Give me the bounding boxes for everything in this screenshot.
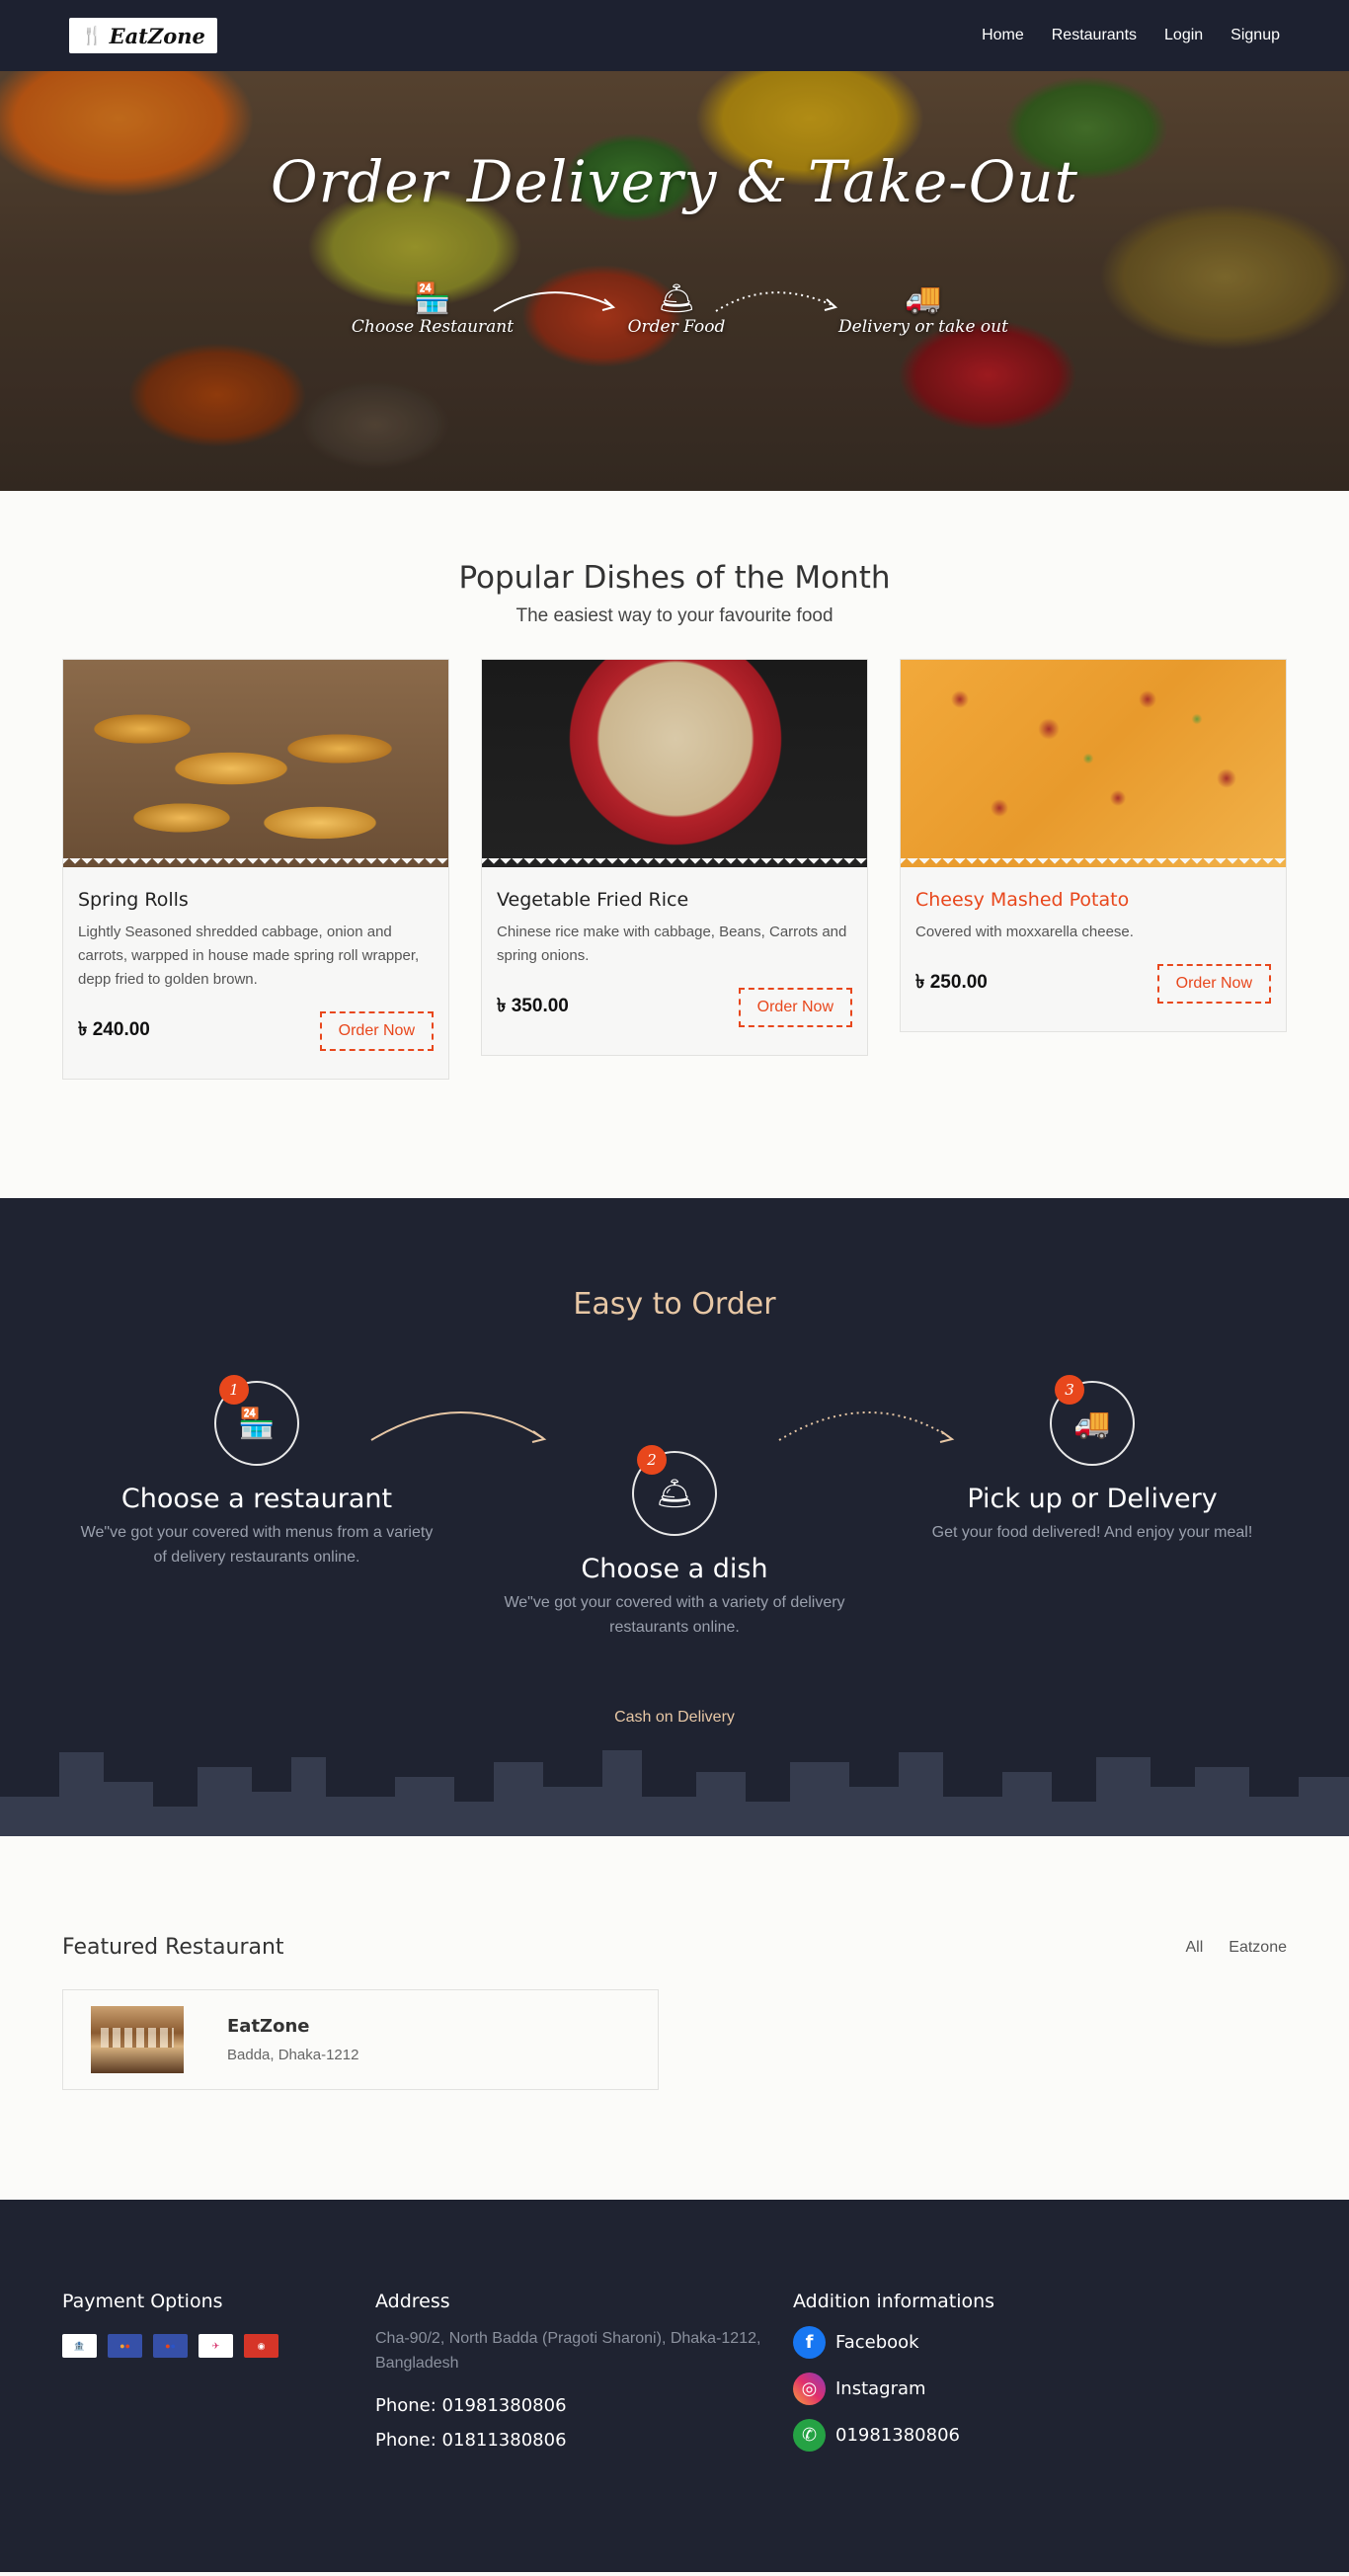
whatsapp-link[interactable]: ✆ 01981380806 bbox=[793, 2419, 994, 2452]
step-title: Choose a restaurant bbox=[120, 1484, 393, 1514]
nav-link-login[interactable]: Login bbox=[1164, 27, 1203, 44]
step-circle: 3 🚚 bbox=[1050, 1375, 1135, 1466]
nav-link-home[interactable]: Home bbox=[982, 27, 1024, 44]
delivery-truck-icon: 🚚 bbox=[1073, 1407, 1111, 1440]
dish-card: Spring Rolls Lightly Seasoned shredded c… bbox=[62, 659, 449, 1080]
address-title: Address bbox=[375, 2291, 450, 2312]
dish-card: Vegetable Fried Rice Chinese rice make w… bbox=[481, 659, 868, 1056]
delivery-truck-icon: 🚚 bbox=[905, 282, 942, 315]
step-description: Get your food delivered! And enjoy your … bbox=[931, 1524, 1253, 1541]
whatsapp-icon: ✆ bbox=[793, 2419, 826, 2452]
hero-banner: Order Delivery & Take-Out 🏪 Choose Resta… bbox=[0, 0, 1349, 491]
filter-eatzone[interactable]: Eatzone bbox=[1229, 1939, 1287, 1957]
dish-price: ৳ 250.00 bbox=[915, 972, 988, 993]
filter-all[interactable]: All bbox=[1186, 1939, 1204, 1957]
bank-card-icon: 🏦 bbox=[62, 2334, 97, 2358]
facebook-icon: f bbox=[793, 2326, 826, 2359]
restaurant-filters: All Eatzone bbox=[1186, 1939, 1288, 1957]
cash-on-delivery-label: Cash on Delivery bbox=[614, 1709, 735, 1726]
dish-description: Chinese rice make with cabbage, Beans, C… bbox=[497, 924, 847, 964]
step-circle: 1 🏪 bbox=[214, 1375, 299, 1466]
step-title: Pick up or Delivery bbox=[967, 1484, 1218, 1514]
hero-step-delivery: 🚚 Delivery or take out bbox=[825, 282, 1022, 337]
dish-card: Cheesy Mashed Potato Covered with moxxar… bbox=[900, 659, 1287, 1032]
payment-icons: 🏦 ● ● ● ● ✈ ◉ bbox=[62, 2334, 278, 2358]
curved-arrow-icon bbox=[370, 1411, 547, 1443]
nav-link-restaurants[interactable]: Restaurants bbox=[1052, 27, 1137, 44]
facebook-link[interactable]: f Facebook bbox=[793, 2326, 994, 2359]
hero-steps: 🏪 Choose Restaurant 🛎 Order Food 🚚 Deliv… bbox=[0, 282, 1349, 361]
address-text: Cha-90/2, North Badda (Pragoti Sharoni),… bbox=[375, 2330, 761, 2372]
dish-price: ৳ 350.00 bbox=[497, 996, 569, 1016]
restaurant-card[interactable]: EatZone Badda, Dhaka-1212 bbox=[62, 1989, 659, 2090]
dish-cards: Spring Rolls Lightly Seasoned shredded c… bbox=[62, 659, 1287, 1080]
step-number-badge: 3 bbox=[1055, 1375, 1084, 1405]
order-step-3: 3 🚚 Pick up or Delivery Get your food de… bbox=[914, 1375, 1270, 1545]
step-title: Choose a dish bbox=[581, 1554, 768, 1584]
order-now-button[interactable]: Order Now bbox=[738, 988, 852, 1027]
payment-options-column: Payment Options 🏦 ● ● ● ● ✈ ◉ bbox=[62, 2291, 278, 2358]
dish-price: ৳ 240.00 bbox=[78, 1019, 150, 1040]
step-description: We"ve got your covered with menus from a… bbox=[80, 1524, 434, 1566]
nav-link-signup[interactable]: Signup bbox=[1230, 27, 1280, 44]
mastercard-icon: ● ● bbox=[108, 2334, 142, 2358]
logo-text: EatZone bbox=[109, 23, 205, 48]
easy-title: Easy to Order bbox=[573, 1287, 776, 1322]
step-number-badge: 1 bbox=[219, 1375, 249, 1405]
restaurant-name[interactable]: EatZone bbox=[227, 2016, 358, 2037]
featured-title: Featured Restaurant bbox=[62, 1935, 284, 1960]
eatzone-logo[interactable]: 🍴 EatZone bbox=[69, 18, 217, 53]
address-column: Address Cha-90/2, North Badda (Pragoti S… bbox=[375, 2291, 770, 2451]
easy-to-order-section: Easy to Order 1 🏪 Choose a restaurant We… bbox=[0, 1198, 1349, 1836]
whatsapp-label: 01981380806 bbox=[835, 2425, 960, 2446]
popular-subtitle: The easiest way to your favourite food bbox=[516, 605, 833, 626]
popular-dishes-section: Popular Dishes of the Month The easiest … bbox=[0, 491, 1349, 1198]
featured-restaurant-section: Featured Restaurant All Eatzone EatZone … bbox=[0, 1836, 1349, 2200]
city-skyline-decoration bbox=[0, 1750, 1349, 1836]
order-now-button[interactable]: Order Now bbox=[319, 1011, 434, 1051]
order-step-2: 2 🛎 Choose a dish We"ve got your covered… bbox=[497, 1445, 852, 1640]
dish-name[interactable]: Cheesy Mashed Potato bbox=[915, 889, 1271, 911]
dish-description: Covered with moxxarella cheese. bbox=[915, 924, 1134, 940]
payment-title: Payment Options bbox=[62, 2291, 223, 2312]
curved-arrow-icon bbox=[493, 291, 616, 312]
step-description: We"ve got your covered with a variety of… bbox=[504, 1594, 845, 1636]
instagram-link[interactable]: ◎ Instagram bbox=[793, 2373, 994, 2405]
restaurant-address: Badda, Dhaka-1212 bbox=[227, 2047, 359, 2063]
phone-number[interactable]: Phone: 01981380806 bbox=[375, 2395, 770, 2416]
info-title: Addition informations bbox=[793, 2291, 995, 2312]
store-icon: 🏪 bbox=[238, 1407, 276, 1440]
phone-number[interactable]: Phone: 01811380806 bbox=[375, 2430, 770, 2451]
instagram-icon: ◎ bbox=[793, 2373, 826, 2405]
restaurant-thumbnail bbox=[91, 2006, 184, 2073]
fried-rice-image bbox=[482, 660, 867, 867]
dish-name[interactable]: Vegetable Fried Rice bbox=[497, 889, 852, 911]
facebook-label: Facebook bbox=[835, 2332, 919, 2353]
utensils-icon: 🍴 bbox=[81, 25, 104, 45]
spring-rolls-image bbox=[63, 660, 448, 867]
nav-links: Home Restaurants Login Signup bbox=[982, 27, 1280, 44]
rocket-wallet-icon: ◉ bbox=[244, 2334, 278, 2358]
card-icon: ● ● bbox=[153, 2334, 188, 2358]
additional-info-column: Addition informations f Facebook ◎ Insta… bbox=[793, 2291, 994, 2452]
instagram-label: Instagram bbox=[835, 2378, 926, 2399]
popular-title: Popular Dishes of the Month bbox=[458, 560, 891, 596]
cloche-icon: 🛎 bbox=[655, 1477, 694, 1510]
dish-name[interactable]: Spring Rolls bbox=[78, 889, 434, 911]
hero-title: Order Delivery & Take-Out bbox=[271, 148, 1078, 215]
mobile-wallet-icon: ✈ bbox=[198, 2334, 233, 2358]
step-number-badge: 2 bbox=[637, 1445, 667, 1475]
order-now-button[interactable]: Order Now bbox=[1156, 964, 1271, 1004]
hero-step-label: Delivery or take out bbox=[838, 317, 1008, 337]
step-circle: 2 🛎 bbox=[632, 1445, 717, 1536]
dish-description: Lightly Seasoned shredded cabbage, onion… bbox=[78, 924, 420, 988]
top-navbar: 🍴 EatZone Home Restaurants Login Signup bbox=[0, 0, 1349, 71]
mashed-potato-image bbox=[901, 660, 1286, 867]
footer: Payment Options 🏦 ● ● ● ● ✈ ◉ Address Cha-… bbox=[0, 2200, 1349, 2572]
